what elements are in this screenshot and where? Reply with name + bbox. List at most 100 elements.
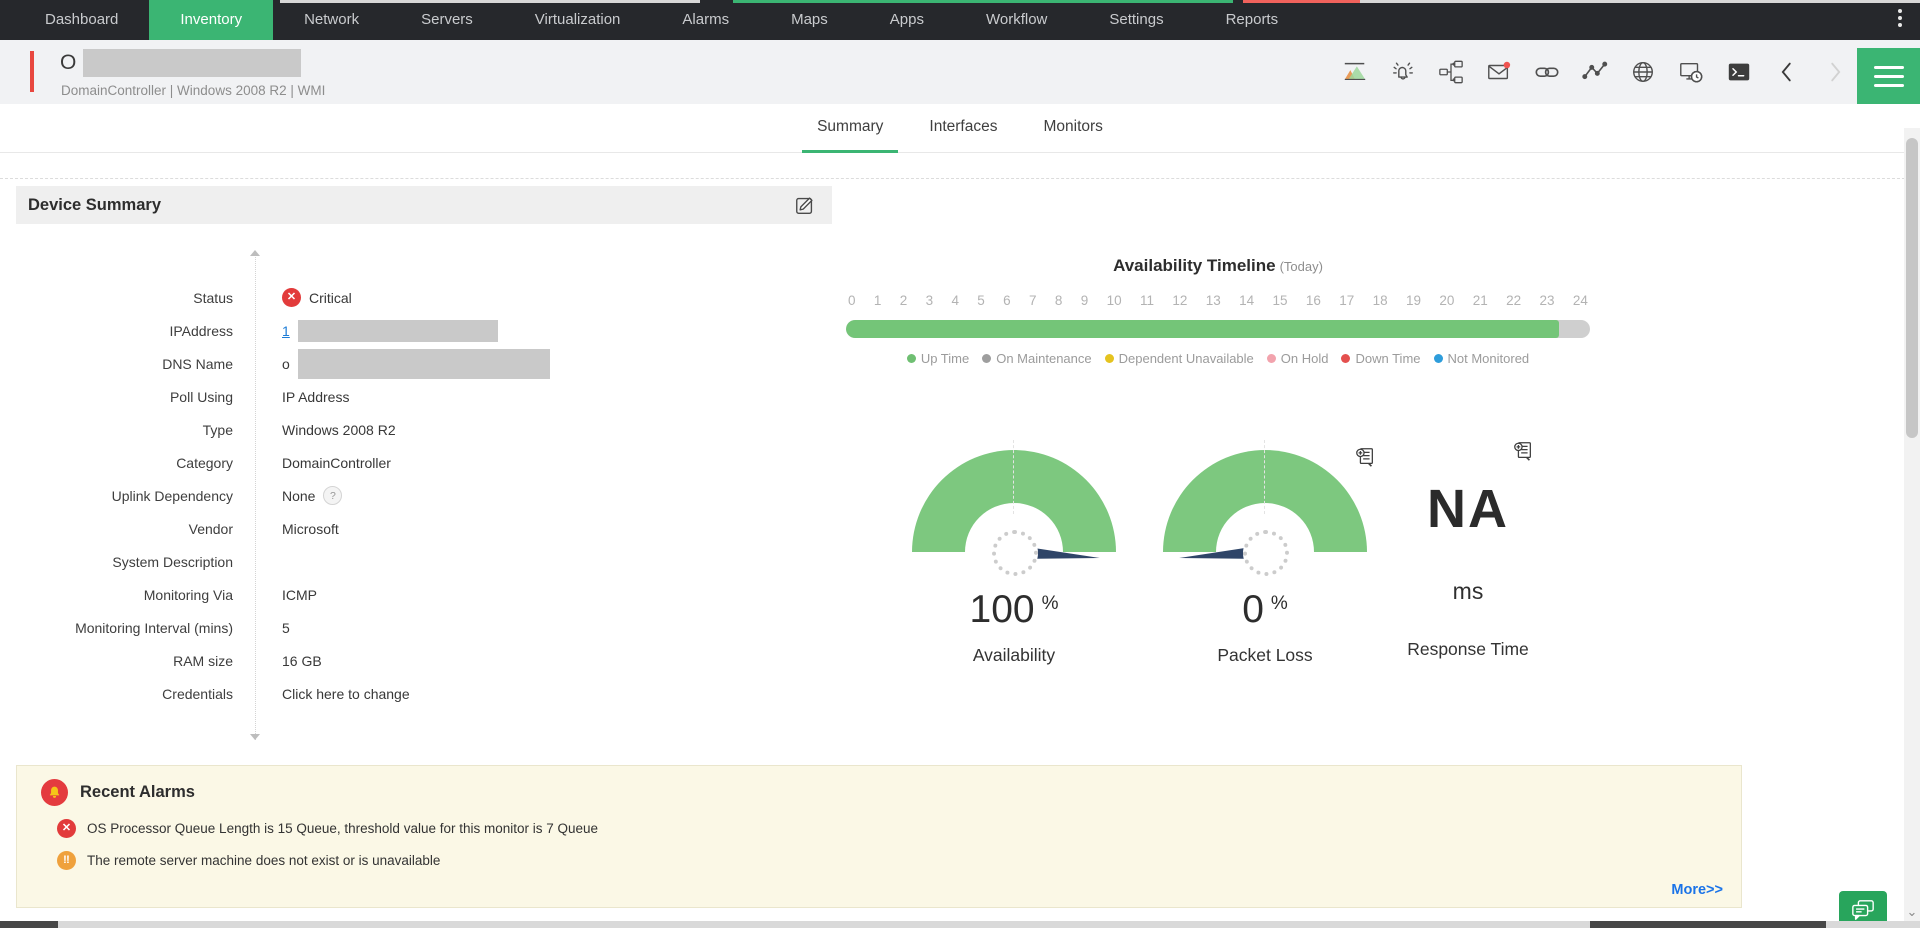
remote-session-icon[interactable] [1678,59,1704,85]
packet-loss-gauge: 0% Packet Loss [1163,450,1367,666]
alarm-bell-badge-icon [41,779,68,806]
nav-item-maps[interactable]: Maps [760,0,859,40]
nav-item-inventory[interactable]: Inventory [149,0,273,40]
timeline-hour-label: 4 [951,293,959,308]
nav-item-workflow[interactable]: Workflow [955,0,1078,40]
legend-dot [1434,354,1443,363]
hamburger-menu-icon[interactable] [1857,48,1920,104]
timeline-bar[interactable] [846,320,1590,338]
credentials-change-link[interactable]: Click here to change [282,686,410,702]
value-unit: % [1271,593,1288,614]
tab-summary[interactable]: Summary [802,104,898,152]
field-label: IPAddress [16,323,233,339]
sparkline-icon[interactable] [1582,59,1608,85]
alarm-rows: ✕ OS Processor Queue Length is 15 Queue, … [17,819,1741,870]
device-toolbar [1342,59,1848,85]
alarm-message: The remote server machine does not exist… [87,853,440,868]
fields-divider [255,252,256,740]
redacted-device-name [83,49,301,77]
more-alarms-link[interactable]: More>> [1671,882,1723,898]
nav-item-alarms[interactable]: Alarms [651,0,760,40]
field-value: IP Address [282,389,349,405]
legend-item: On Hold [1267,351,1329,366]
report-icon[interactable] [1354,446,1376,468]
device-summary-row: CategoryDomainController [16,446,832,479]
legend-label: Up Time [921,351,969,366]
top-navigation-bar: DashboardInventoryNetworkServersVirtuali… [0,0,1920,40]
device-summary-title: Device Summary [28,196,161,215]
gauge-arc [1163,450,1367,552]
globe-icon[interactable] [1630,59,1656,85]
vertical-scrollbar[interactable] [1904,128,1920,928]
timeline-title-text: Availability Timeline [1113,256,1276,275]
nav-item-dashboard[interactable]: Dashboard [14,0,149,40]
legend-label: Dependent Unavailable [1119,351,1254,366]
field-label: Type [16,422,233,438]
legend-item: On Maintenance [982,351,1091,366]
gauge-hub [1243,530,1289,576]
device-summary-row: IPAddress 1 [16,314,832,347]
device-header: O DomainController | Windows 2008 R2 | W… [0,40,1920,104]
mail-icon[interactable] [1486,59,1512,85]
device-name: O [60,49,301,77]
ip-address-link[interactable]: 1 [282,323,290,339]
scroll-down-icon[interactable] [250,734,260,740]
packet-loss-label: Packet Loss [1163,645,1367,666]
opmanager-device-page: DashboardInventoryNetworkServersVirtuali… [0,0,1920,928]
legend-item: Dependent Unavailable [1105,351,1254,366]
warning-severity-icon: ‼ [57,851,76,870]
horizontal-scrollbar-thumb[interactable] [1590,921,1826,928]
tab-monitors[interactable]: Monitors [1028,104,1117,152]
field-text: Windows 2008 R2 [282,422,396,438]
field-value: 5 [282,620,290,636]
field-value: ✕Critical [282,288,352,307]
edit-icon[interactable] [794,194,816,216]
alarm-row: ✕ OS Processor Queue Length is 15 Queue, … [57,819,1741,838]
scrollbar-down-icon[interactable]: ⌄ [1904,905,1920,921]
performance-chart-icon[interactable] [1342,59,1368,85]
nav-item-apps[interactable]: Apps [859,0,955,40]
field-label: Poll Using [16,389,233,405]
timeline-hour-label: 18 [1373,293,1388,308]
horizontal-scrollbar-thumb[interactable] [0,921,58,928]
response-time-unit: ms [1368,578,1568,605]
nav-item-servers[interactable]: Servers [390,0,504,40]
critical-severity-icon: ✕ [57,819,76,838]
chevron-right-icon[interactable] [1822,59,1848,85]
link-icon[interactable] [1534,59,1560,85]
timeline-hour-label: 0 [848,293,856,308]
field-text: DomainController [282,455,391,471]
report-icon[interactable] [1512,440,1534,462]
redacted-text [298,320,498,342]
tab-interfaces[interactable]: Interfaces [914,104,1012,152]
alarm-bell-icon[interactable] [1390,59,1416,85]
top-progress-segment [280,0,700,3]
legend-dot [1267,354,1276,363]
nav-item-settings[interactable]: Settings [1078,0,1194,40]
device-tabs: Summary Interfaces Monitors [0,104,1920,153]
field-value: o [282,349,550,379]
legend-dot [1341,354,1350,363]
chevron-left-icon[interactable] [1774,59,1800,85]
vertical-scrollbar-thumb[interactable] [1906,138,1918,438]
legend-label: On Hold [1281,351,1329,366]
terminal-icon[interactable] [1726,59,1752,85]
horizontal-scrollbar[interactable] [0,921,1920,928]
section-separator [0,178,1920,179]
nav-item-network[interactable]: Network [273,0,390,40]
nav-item-virtualization[interactable]: Virtualization [504,0,652,40]
legend-dot [907,354,916,363]
alarm-message: OS Processor Queue Length is 15 Queue, t… [87,821,598,836]
device-summary-row: Status✕Critical [16,281,832,314]
workflow-icon[interactable] [1438,59,1464,85]
help-icon[interactable]: ? [323,486,342,505]
recent-alarms-title: Recent Alarms [80,783,195,802]
overflow-menu-icon[interactable] [1898,9,1902,27]
field-value: 16 GB [282,653,322,669]
nav-item-reports[interactable]: Reports [1195,0,1310,40]
scroll-up-icon[interactable] [250,250,260,256]
device-summary-row: Uplink DependencyNone? [16,479,832,512]
timeline-hour-label: 16 [1306,293,1321,308]
device-summary-row: System Description [16,545,832,578]
response-time-value: NA [1368,478,1568,540]
